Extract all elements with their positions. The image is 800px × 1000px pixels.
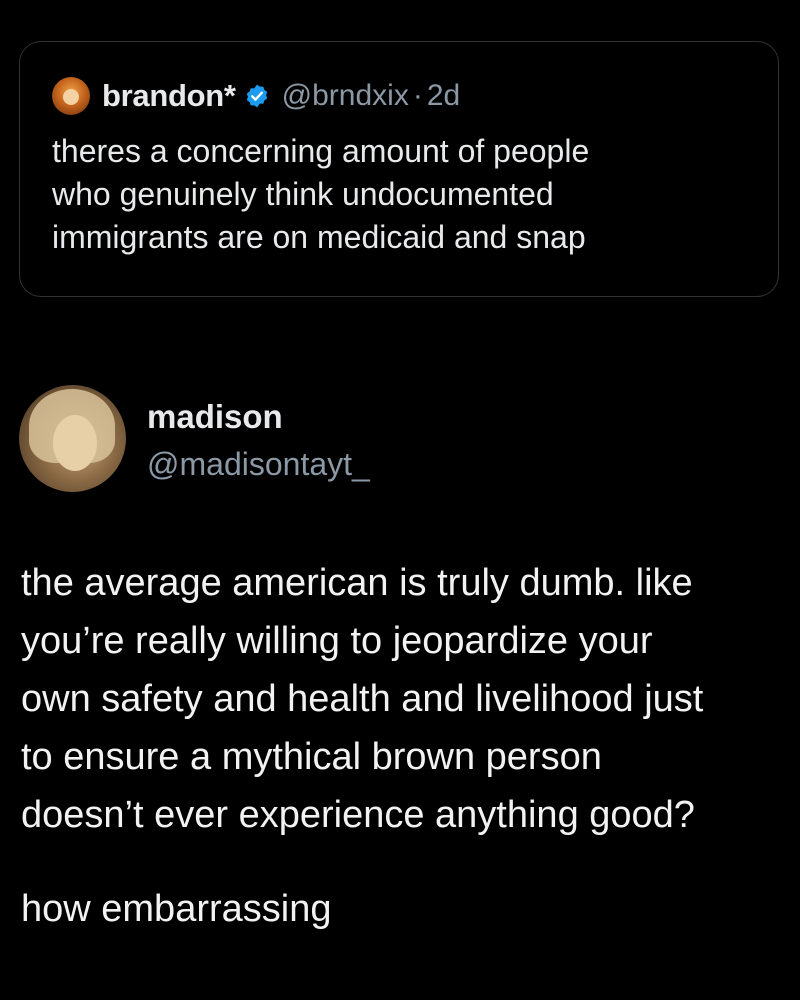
quoted-post-text: theres a concerning amount of people who… [52, 130, 752, 259]
quoted-post-card[interactable]: brandon* @brndxix · 2d theres a concerni… [19, 41, 779, 297]
verified-badge-icon [246, 84, 267, 108]
quoted-author-handle[interactable]: @brndxix [282, 79, 409, 113]
author-avatar[interactable] [19, 385, 126, 492]
quoted-text-line: immigrants are on medicaid and snap [52, 219, 586, 255]
quoted-post-header: brandon* @brndxix · 2d [52, 76, 460, 116]
quoted-author-name[interactable]: brandon* [102, 78, 236, 114]
quoted-author-avatar[interactable] [52, 77, 90, 115]
post-closing-line: how embarrassing [21, 888, 332, 930]
quoted-post-timestamp[interactable]: 2d [427, 79, 460, 113]
quoted-text-line: who genuinely think undocumented [52, 176, 554, 212]
author-name[interactable]: madison [147, 398, 283, 436]
post-text-line: own safety and health and livelihood jus… [21, 678, 704, 720]
post-text-line: the average american is truly dumb. like [21, 562, 693, 604]
avatar-face [63, 89, 79, 105]
quoted-text-line: theres a concerning amount of people [52, 133, 590, 169]
author-handle[interactable]: @madisontayt_ [147, 446, 370, 483]
post-text-line: you’re really willing to jeopardize your [21, 620, 653, 662]
post-text: the average american is truly dumb. like… [21, 554, 781, 844]
avatar-face [53, 415, 97, 471]
post-text-line: doesn’t ever experience anything good? [21, 794, 695, 836]
separator-dot: · [412, 79, 423, 112]
post-text-line: to ensure a mythical brown person [21, 736, 602, 778]
